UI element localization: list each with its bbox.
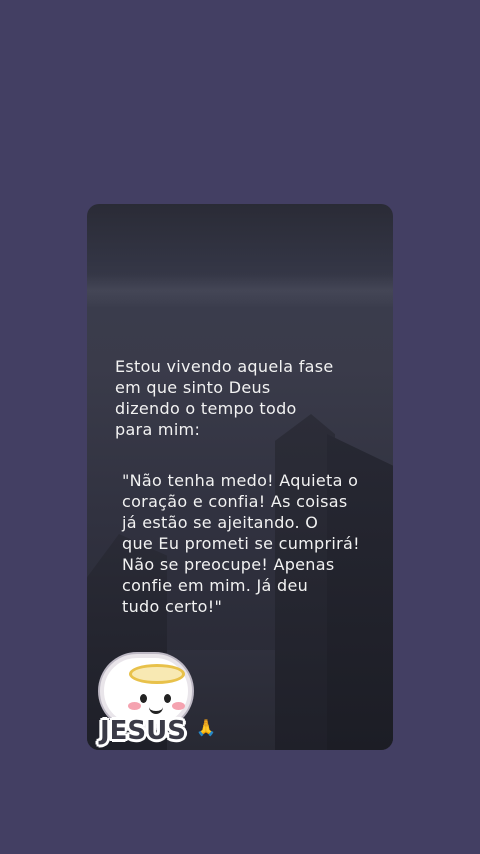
quote-line: que Eu prometi se cumprirá!: [122, 534, 360, 553]
quote-line: confie em mim. Já deu: [122, 576, 309, 595]
sky-band: [87, 274, 393, 308]
intro-text: Estou vivendo aquela fase em que sinto D…: [115, 356, 345, 440]
smile: [149, 704, 163, 714]
left-cheek: [128, 702, 141, 710]
quote-line: coração e confia! As coisas: [122, 492, 348, 511]
intro-line-text: para mim:: [115, 420, 201, 439]
right-eye: [164, 694, 171, 703]
intro-line: para mim:: [115, 419, 345, 440]
quote-line: Não se preocupe! Apenas: [122, 555, 335, 574]
left-eye: [140, 694, 147, 703]
quote-line: tudo certo!": [122, 597, 223, 616]
jesus-sticker[interactable]: JESUS: [88, 650, 198, 754]
sticker-label: JESUS: [100, 716, 186, 746]
quote-text: "Não tenha medo! Aquieta o coração e con…: [122, 470, 362, 617]
quote-line: já estão se ajeitando. O: [122, 513, 319, 532]
intro-line: Estou vivendo aquela fase: [115, 357, 334, 376]
right-cheek: [172, 702, 185, 710]
intro-line: em que sinto Deus: [115, 378, 271, 397]
intro-line: dizendo o tempo todo: [115, 399, 297, 418]
halo-icon: [129, 664, 185, 684]
praying-hands-icon: 🙏: [196, 718, 216, 737]
quote-line: "Não tenha medo! Aquieta o: [122, 471, 359, 490]
